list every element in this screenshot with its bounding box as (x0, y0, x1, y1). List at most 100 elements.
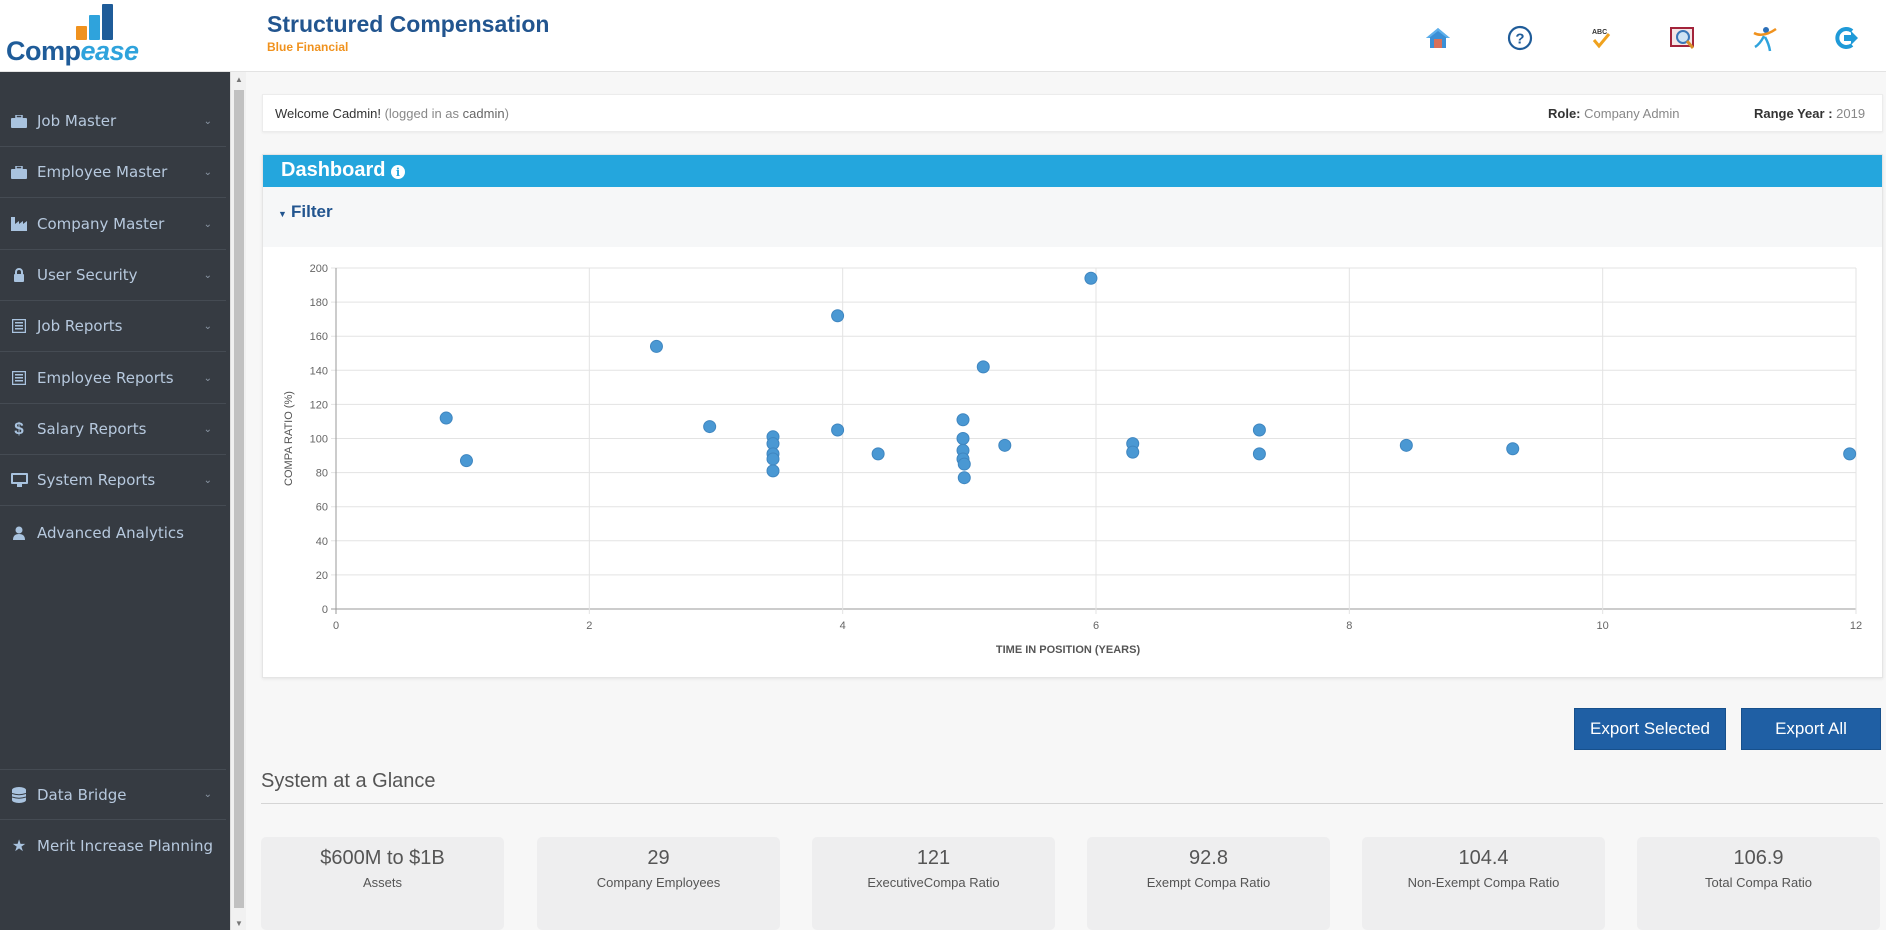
search-book-icon (1670, 27, 1695, 49)
data-point (459, 454, 473, 468)
home-button[interactable] (1420, 20, 1456, 56)
stat-label: Assets (362, 875, 402, 890)
svg-text:ABC: ABC (1592, 29, 1607, 36)
data-point (871, 447, 885, 461)
chevron-down-icon: ⌄ (203, 423, 212, 435)
sidebar-item-data-bridge[interactable]: Data Bridge ⌄ (0, 769, 226, 820)
data-point (1399, 438, 1413, 452)
scrollbar-thumb[interactable] (234, 90, 244, 908)
range-year-info: Range Year : 2019 (1754, 106, 1866, 121)
sidebar-item-salary-reports[interactable]: $ Salary Reports ⌄ (0, 404, 226, 455)
data-point (1252, 423, 1266, 437)
data-point (957, 457, 971, 471)
data-point (1506, 442, 1520, 456)
user-icon (10, 526, 28, 540)
sidebar-item-label: System Reports (37, 471, 156, 489)
y-tick-label: 100 (310, 434, 328, 446)
home-icon (1426, 28, 1450, 48)
y-tick-label: 80 (316, 468, 328, 480)
stat-card-executive-compa-ratio: 121 ExecutiveCompa Ratio (812, 837, 1055, 930)
data-point (766, 452, 780, 466)
company-name: Blue Financial (267, 40, 349, 54)
sidebar-item-user-security[interactable]: User Security ⌄ (0, 250, 226, 301)
data-point (1843, 447, 1857, 461)
data-point (703, 420, 717, 434)
star-icon: ★ (11, 837, 27, 855)
data-point (831, 309, 845, 323)
y-axis-title: COMPA RATIO (%) (283, 391, 295, 486)
data-point (766, 464, 780, 478)
sidebar-item-company-master[interactable]: Company Master ⌄ (0, 199, 226, 250)
y-tick-label: 140 (310, 365, 328, 377)
sidebar-item-merit-increase-planning[interactable]: ★ Merit Increase Planning (0, 820, 226, 871)
data-point (439, 411, 453, 425)
top-toolbar: ? ABC (1420, 20, 1880, 56)
chevron-down-icon: ⌄ (203, 474, 212, 486)
stat-value: 106.9 (1733, 847, 1784, 869)
sidebar-item-job-reports[interactable]: Job Reports ⌄ (0, 301, 226, 352)
export-selected-button[interactable]: Export Selected (1574, 708, 1726, 750)
data-point (649, 339, 663, 353)
logo-text: Compease (6, 36, 139, 66)
sidebar-item-advanced-analytics[interactable]: Advanced Analytics (0, 507, 226, 558)
user-figure-icon (1753, 27, 1777, 52)
sidebar-item-label: Merit Increase Planning (37, 836, 214, 855)
sidebar-item-label: Company Master (37, 215, 165, 233)
y-tick-label: 0 (322, 604, 328, 616)
user-figure-button[interactable] (1747, 20, 1783, 56)
sidebar-scrollbar[interactable]: ▲ ▼ (230, 72, 246, 930)
monitor-icon (10, 473, 28, 487)
sidebar-item-label: Employee Master (37, 163, 168, 181)
x-tick-label: 8 (1346, 620, 1352, 632)
sidebar-item-label: Advanced Analytics (37, 523, 184, 542)
welcome-bar: Welcome Cadmin! (logged in as cadmin) Ro… (262, 94, 1883, 132)
sidebar-item-employee-master[interactable]: Employee Master ⌄ (0, 147, 226, 198)
stat-label: ExecutiveCompa Ratio (867, 875, 1000, 890)
briefcase-icon (10, 114, 28, 128)
help-button[interactable]: ? (1502, 20, 1538, 56)
stat-label: Company Employees (596, 875, 721, 890)
scroll-down-icon[interactable]: ▼ (235, 919, 243, 928)
sidebar-item-job-master[interactable]: Job Master ⌄ (0, 96, 226, 147)
welcome-text: Welcome Cadmin! (logged in as cadmin) (275, 106, 509, 121)
data-point (831, 423, 845, 437)
data-point (957, 471, 971, 485)
dashboard-panel: Dashboard i ▼ Filter 0 20 40 60 80 100 120 140 1… (262, 154, 1883, 678)
stat-card-assets: $600M to $1B Assets (261, 837, 504, 930)
logout-icon (1835, 27, 1858, 49)
y-tick-label: 200 (310, 263, 328, 275)
filter-toggle[interactable]: ▼ Filter (263, 187, 1882, 247)
glance-title: System at a Glance (261, 770, 436, 792)
y-tick-label: 120 (310, 399, 328, 411)
sidebar-item-label: Job Reports (37, 317, 123, 335)
data-point (956, 413, 970, 427)
search-book-button[interactable] (1665, 20, 1701, 56)
chevron-down-icon: ⌄ (203, 166, 212, 178)
spellcheck-icon: ABC (1592, 29, 1611, 49)
export-all-button[interactable]: Export All (1741, 708, 1881, 750)
info-icon[interactable]: i (391, 165, 405, 179)
chevron-down-icon: ⌄ (203, 320, 212, 332)
stat-card-company-employees: 29 Company Employees (537, 837, 780, 930)
sidebar-item-label: Salary Reports (37, 420, 147, 438)
sidebar-item-employee-reports[interactable]: Employee Reports ⌄ (0, 353, 226, 404)
spellcheck-button[interactable]: ABC (1583, 20, 1619, 56)
chevron-down-icon: ⌄ (203, 218, 212, 230)
stat-value: 121 (916, 847, 951, 869)
compease-logo[interactable]: Compease (6, 4, 139, 66)
dashboard-header: Dashboard i (263, 155, 1882, 187)
x-tick-label: 6 (1093, 620, 1099, 632)
scroll-up-icon[interactable]: ▲ (235, 75, 243, 84)
dashboard-title: Dashboard (281, 159, 386, 181)
scatter-chart: 0 20 40 60 80 100 120 140 160 180 200 0 2 4 6 8 10 12 TIME… (283, 263, 1862, 656)
sidebar-item-label: Job Master (37, 112, 117, 130)
y-tick-label: 20 (316, 570, 328, 582)
role-info: Role: Company Admin (1548, 106, 1680, 121)
logout-button[interactable] (1828, 20, 1864, 56)
sidebar-item-system-reports[interactable]: System Reports ⌄ (0, 455, 226, 506)
help-icon: ? (1507, 25, 1533, 51)
app-title: Structured Compensation (267, 11, 550, 37)
chevron-down-icon: ⌄ (203, 269, 212, 281)
filter-label: Filter (291, 202, 333, 221)
x-tick-label: 2 (586, 620, 592, 632)
